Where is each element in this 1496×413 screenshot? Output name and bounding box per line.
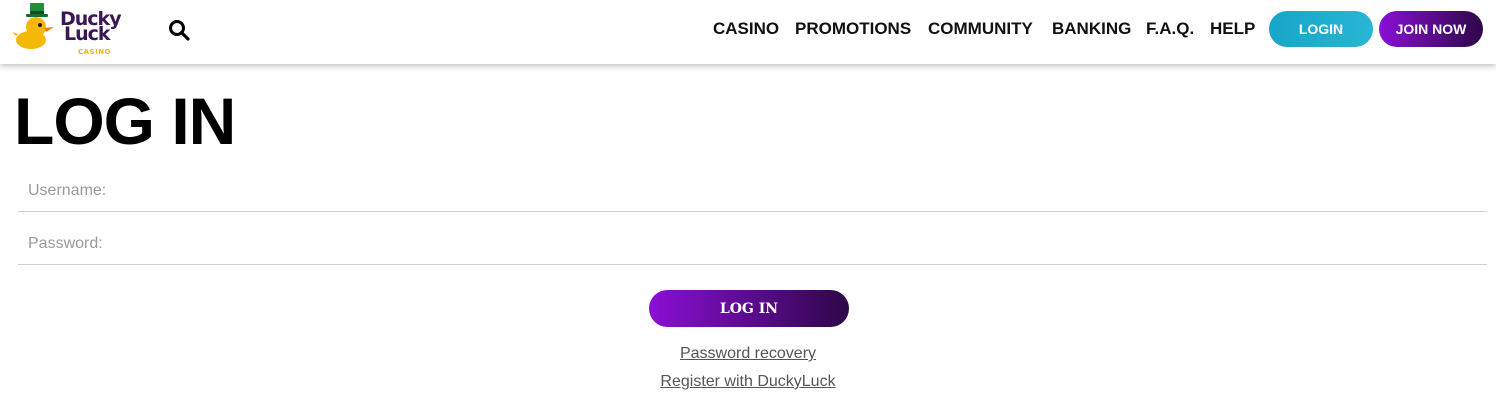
- join-now-button[interactable]: JOIN NOW: [1379, 11, 1483, 47]
- search-icon: [169, 20, 190, 41]
- nav-faq[interactable]: F.A.Q.: [1146, 19, 1194, 41]
- nav-help[interactable]: HELP: [1210, 19, 1255, 41]
- password-field[interactable]: [18, 223, 1487, 265]
- username-field[interactable]: [18, 170, 1487, 212]
- ducky-luck-logo[interactable]: Ducky Luck CASINO: [12, 2, 132, 58]
- password-recovery-link[interactable]: Password recovery: [0, 345, 1496, 363]
- page-title: LOG IN: [14, 84, 236, 158]
- search-button[interactable]: [168, 19, 190, 41]
- nav-promotions[interactable]: PROMOTIONS: [795, 19, 911, 41]
- login-button[interactable]: LOGIN: [1269, 11, 1373, 47]
- nav-banking[interactable]: BANKING: [1052, 19, 1131, 41]
- logo-wordmark: Ducky Luck: [60, 10, 122, 44]
- duck-logo-icon: [12, 3, 54, 49]
- nav-community[interactable]: COMMUNITY: [928, 19, 1033, 41]
- logo-subtitle: CASINO: [78, 48, 112, 56]
- site-header: Ducky Luck CASINO CASINO PROMOTIONS COMM…: [0, 0, 1496, 64]
- nav-casino[interactable]: CASINO: [713, 19, 779, 41]
- register-link[interactable]: Register with DuckyLuck: [0, 373, 1496, 391]
- login-submit-button[interactable]: LOG IN: [649, 290, 849, 327]
